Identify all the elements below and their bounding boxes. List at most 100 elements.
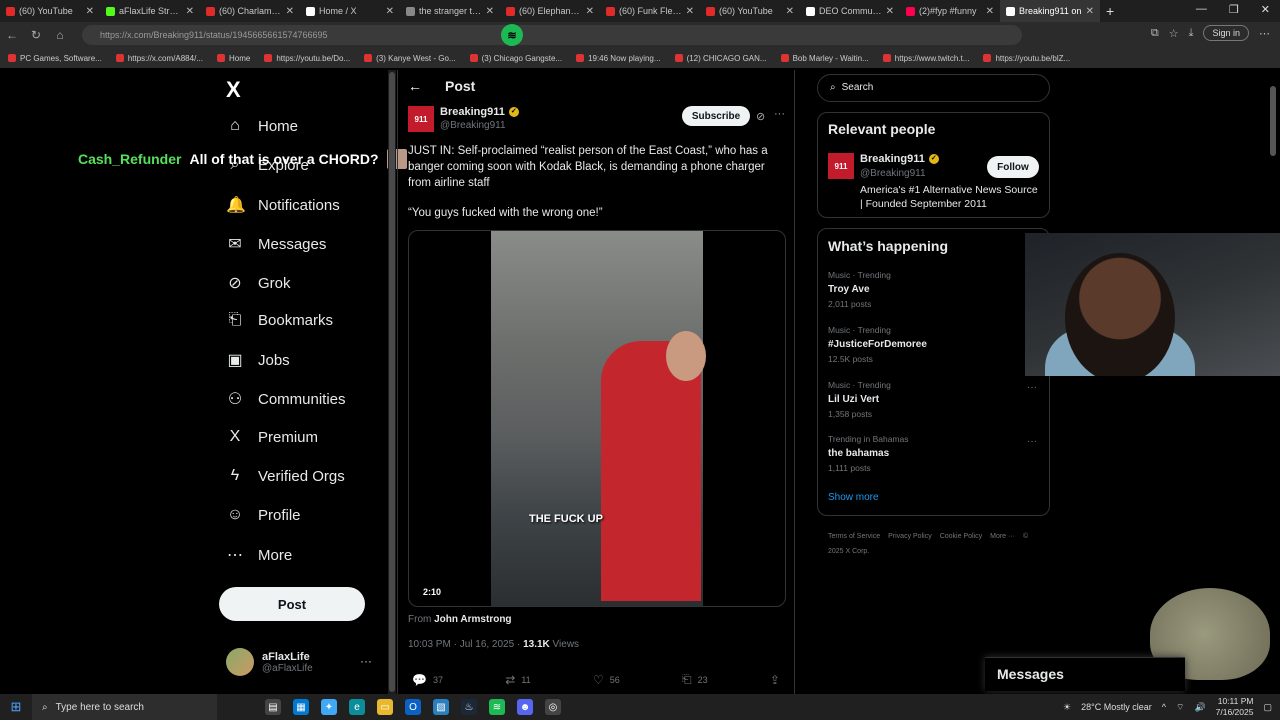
sidebar-item-premium[interactable]: X Premium [226,428,318,446]
weather-text[interactable]: 28°C Mostly clear [1081,702,1152,712]
show-more-link[interactable]: Show more [828,492,879,503]
browser-tab[interactable]: (60) YouTube ✕ [700,0,800,22]
address-bar[interactable]: https://x.com/Breaking911/status/1945665… [82,25,1022,45]
sidebar-item-home[interactable]: ⌂ Home [226,117,298,135]
network-icon[interactable]: ⌔ [1176,702,1184,713]
sidebar-item-messages[interactable]: ✉ Messages [226,234,326,254]
relevant-avatar[interactable]: 911 [828,153,854,179]
tab-close-icon[interactable]: ✕ [86,6,94,17]
repost-button[interactable]: ⇄ 11 [505,672,530,687]
sidebar-item-profile[interactable]: ☺ Profile [226,506,301,524]
windows-start-icon[interactable]: ⊞ [0,699,32,715]
video-player[interactable]: THE FUCK UP 2:10 [408,230,786,607]
post-button[interactable]: Post [219,587,365,621]
like-button[interactable]: ♡ 56 [593,672,620,687]
sidebar-item-bookmarks[interactable]: ⎗ Bookmarks [226,311,333,329]
x-logo[interactable]: X [226,77,241,103]
taskbar-search[interactable]: ⌕ Type here to search [32,694,217,720]
relevant-name[interactable]: Breaking911 ✓ [860,153,939,165]
browser-tab[interactable]: (60) YouTube ✕ [0,0,100,22]
bookmark-item[interactable]: 19:46 Now playing... [576,54,661,63]
outlook-icon[interactable]: O [405,699,421,715]
close-window-icon[interactable]: ✕ [1261,3,1270,16]
tab-close-icon[interactable]: ✕ [786,6,794,17]
tab-close-icon[interactable]: ✕ [586,6,594,17]
minimize-icon[interactable]: — [1196,3,1207,16]
notification-icon[interactable]: ▢ [1263,702,1272,713]
bookmark-item[interactable]: https://x.com/A884/... [115,54,203,63]
new-tab-button[interactable]: + [1106,3,1114,19]
tab-close-icon[interactable]: ✕ [686,6,694,17]
tab-close-icon[interactable]: ✕ [1086,6,1094,17]
sign-in-button[interactable]: Sign in [1203,25,1249,41]
browser-tab[interactable]: (60) Charlamagne ✕ [200,0,300,22]
trend-item[interactable]: Music · Trending Lil Uzi Vert 1,358 posts [828,380,891,419]
tab-close-icon[interactable]: ✕ [386,6,394,17]
sidebar-item-notifications[interactable]: 🔔 Notifications [226,195,340,215]
clock[interactable]: 10:11 PM 7/16/2025 [1216,696,1254,718]
chrome-icon[interactable]: ◎ [545,699,561,715]
steam-icon[interactable]: ♨ [461,699,477,715]
post-timestamp[interactable]: 10:03 PM · Jul 16, 2025 · [408,639,520,650]
bookmark-item[interactable]: PC Games, Software... [8,54,102,63]
footer-link[interactable]: Terms of Service [828,533,880,540]
spotify-taskbar-icon[interactable]: ≋ [489,699,505,715]
from-name[interactable]: John Armstrong [434,614,511,625]
subscribe-button[interactable]: Subscribe [682,106,750,126]
file-explorer-icon[interactable]: ▭ [377,699,393,715]
home-nav-icon[interactable]: ⌂ [48,28,72,42]
back-nav-icon[interactable]: ← [0,28,24,42]
browser-tab[interactable]: (60) Funk Flex EF ✕ [600,0,700,22]
browser-tab[interactable]: Breaking911 on ✕ [1000,0,1100,22]
bookmark-item[interactable]: https://youtu.be/blZ... [983,54,1070,63]
relevant-handle[interactable]: @Breaking911 [860,168,926,179]
browser-tab[interactable]: (2)#fyp #funny ✕ [900,0,1000,22]
store-icon[interactable]: ▦ [293,699,309,715]
tab-close-icon[interactable]: ✕ [186,6,194,17]
volume-icon[interactable]: 🔊 [1194,702,1205,713]
sidebar-item-verified-orgs[interactable]: ϟ Verified Orgs [226,467,345,485]
footer-link[interactable]: More ··· [990,533,1015,540]
footer-link[interactable]: Privacy Policy [888,533,932,540]
messages-drawer[interactable]: Messages [985,657,1185,691]
share-button[interactable]: ⇪ [770,672,780,687]
tab-close-icon[interactable]: ✕ [886,6,894,17]
reload-icon[interactable]: ↻ [24,28,48,42]
trend-more-icon[interactable]: ··· [1027,382,1037,393]
follow-button[interactable]: Follow [987,156,1039,178]
account-switcher[interactable]: aFlaxLife @aFlaxLife [226,648,313,676]
browser-tab[interactable]: the stranger thin ✕ [400,0,500,22]
sidebar-item-jobs[interactable]: ▣ Jobs [226,350,289,370]
bookmark-item[interactable]: Home [216,54,250,63]
tab-close-icon[interactable]: ✕ [486,6,494,17]
tab-close-icon[interactable]: ✕ [986,6,994,17]
trend-more-icon[interactable]: ··· [1027,436,1037,447]
discord-icon[interactable]: ☻ [517,699,533,715]
sidebar-item-grok[interactable]: ⊘ Grok [226,273,290,293]
copilot-icon[interactable]: ✦ [321,699,337,715]
footer-link[interactable]: Cookie Policy [940,533,982,540]
search-input[interactable]: ⌕ Search [817,74,1050,102]
sidebar-item-more[interactable]: ⋯ More [226,545,292,565]
tab-close-icon[interactable]: ✕ [286,6,294,17]
bookmark-item[interactable]: (3) Kanye West - Go... [364,54,456,63]
bookmark-item[interactable]: (3) Chicago Gangste... [469,54,562,63]
sidebar-item-communities[interactable]: ⚇ Communities [226,389,346,409]
spotify-icon[interactable]: ≋ [501,24,523,46]
browser-tab[interactable]: Home / X ✕ [300,0,400,22]
post-more-icon[interactable]: ··· [774,108,785,120]
maximize-icon[interactable]: ❐ [1229,3,1239,16]
bookmark-item[interactable]: https://youtu.be/Do... [264,54,350,63]
bookmark-item[interactable]: Bob Marley - Waitin... [780,54,869,63]
reply-button[interactable]: 💬 37 [412,672,443,687]
left-scrollbar[interactable] [388,70,396,695]
browser-tab[interactable]: aFlaxLife Stream ✕ [100,0,200,22]
edge-icon[interactable]: e [349,699,365,715]
trend-item[interactable]: Trending in Bahamas the bahamas 1,111 post… [828,434,908,473]
back-arrow-icon[interactable]: ← [408,78,422,94]
trend-item[interactable]: Music · Trending Troy Ave 2,011 posts [828,270,891,309]
browser-tab[interactable]: (60) Elephants in ✕ [500,0,600,22]
menu-icon[interactable]: ⋯ [1259,27,1270,40]
bookmark-button[interactable]: ⎗ 23 [682,672,708,687]
author-handle[interactable]: @Breaking911 [440,120,506,131]
